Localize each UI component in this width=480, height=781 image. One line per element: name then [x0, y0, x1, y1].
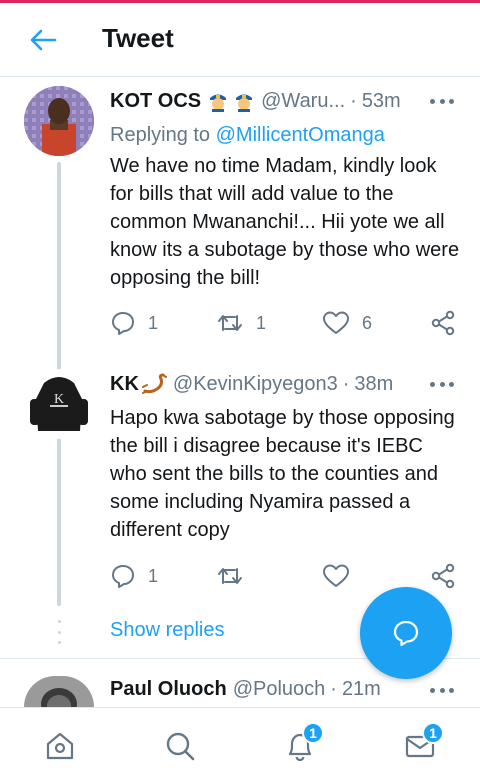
meta-separator: · [350, 89, 357, 112]
display-name[interactable]: KOT OCS [110, 90, 201, 113]
meta-separator: · [342, 372, 350, 395]
tweet-text: We have no time Madam, kindly look for b… [110, 155, 460, 289]
nav-home[interactable] [40, 726, 80, 766]
collapsed-thread-dots [57, 620, 61, 644]
share-button[interactable] [430, 308, 456, 338]
name-emoji [207, 90, 255, 112]
more-options-button[interactable] [430, 680, 454, 700]
more-dot-icon [430, 687, 435, 693]
mention-link[interactable]: @MillicentOmanga [216, 124, 385, 146]
more-options-button[interactable] [430, 91, 454, 111]
retweet-count: 1 [256, 312, 267, 333]
search-icon [166, 732, 195, 761]
top-bar: Tweet [0, 3, 480, 77]
name-emoji [141, 373, 167, 395]
avatar[interactable]: K [24, 369, 94, 439]
share-icon [431, 310, 455, 336]
display-name[interactable]: Paul Oluoch [110, 678, 227, 701]
timestamp: 38m [354, 372, 394, 395]
reply-icon [112, 312, 134, 335]
notifications-badge: 1 [302, 722, 324, 744]
handle[interactable]: @KevinKipyegon3 [173, 373, 338, 396]
like-count: 6 [362, 312, 373, 333]
tweet-meta: Paul Oluoch @Poluoch · 21m [110, 675, 381, 703]
meta-separator: · [330, 677, 337, 700]
reply-button[interactable]: 1 [110, 308, 158, 338]
back-button[interactable] [26, 25, 60, 55]
reply-count: 1 [148, 312, 159, 333]
retweet-button[interactable]: 1 [216, 308, 266, 338]
tweet-meta: KOT OCS @Waru... · 53m [110, 87, 401, 115]
nav-messages[interactable]: 1 [400, 722, 444, 766]
tweet-text: Hapo kwa sabotage by those opposing the … [110, 407, 455, 541]
show-replies-link[interactable]: Show replies [110, 619, 225, 642]
tweet-actions: 1 1 6 [110, 308, 460, 338]
svg-text:K: K [54, 392, 64, 407]
retweet-icon [218, 315, 242, 331]
replying-to: Replying to @MillicentOmanga [110, 124, 385, 147]
like-button[interactable]: 6 [322, 308, 372, 338]
police-officer-emoji [210, 94, 227, 112]
nav-notifications[interactable]: 1 [280, 722, 324, 766]
thread-line [57, 444, 61, 606]
heart-icon [323, 564, 349, 587]
more-options-button[interactable] [430, 374, 454, 394]
like-button[interactable] [322, 561, 362, 591]
compose-reply-button[interactable] [360, 587, 452, 679]
avatar[interactable] [24, 676, 94, 707]
share-icon [431, 563, 455, 589]
display-name[interactable]: KK [110, 373, 139, 396]
compose-reply-icon [393, 620, 419, 647]
handle[interactable]: @Poluoch [233, 678, 326, 701]
more-dot-icon [430, 98, 435, 104]
retweet-button[interactable] [216, 561, 256, 591]
timestamp: 53m [361, 89, 401, 112]
scorpion-emoji [141, 373, 167, 394]
home-icon [46, 732, 74, 760]
page-title: Tweet [102, 23, 174, 53]
handle[interactable]: @Waru... [261, 90, 345, 113]
bottom-nav: 1 1 [0, 707, 480, 781]
heart-icon [323, 311, 349, 334]
share-button[interactable] [430, 561, 456, 591]
arrow-left-icon [30, 29, 57, 51]
police-officer-emoji [236, 94, 253, 112]
reply-icon [112, 565, 134, 588]
nav-search[interactable] [160, 726, 200, 766]
tweet-meta: KK @KevinKipyegon3 · 38m [110, 370, 393, 398]
messages-badge: 1 [422, 722, 444, 744]
avatar[interactable] [24, 86, 94, 156]
retweet-icon [218, 568, 242, 584]
more-dot-icon [430, 381, 435, 387]
replying-to-label: Replying to [110, 124, 211, 146]
reply-button[interactable]: 1 [110, 561, 158, 591]
timestamp: 21m [341, 677, 381, 700]
reply-count: 1 [148, 565, 159, 586]
